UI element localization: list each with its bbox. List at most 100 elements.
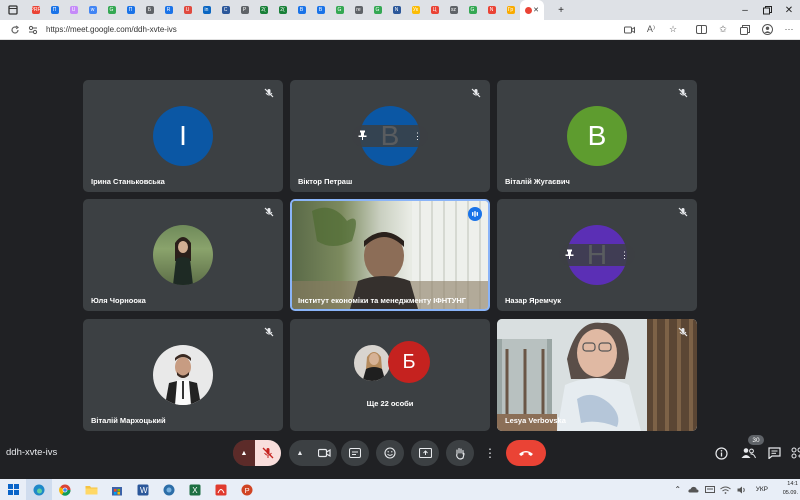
meeting-details-icon[interactable] [712,444,730,462]
tab-favicon-icon: in [202,6,211,14]
taskbar-acrobat[interactable] [208,479,234,500]
browser-tab[interactable]: U [64,0,83,20]
browser-tab[interactable]: P [235,0,254,20]
tab-active-meet[interactable]: ✕ [520,0,544,20]
more-options-button[interactable]: ⋮ [481,440,499,466]
participant-tile[interactable]: H ⋮ Назар Яремчук [497,199,697,311]
taskbar-store[interactable] [104,479,130,500]
taskbar-app[interactable] [156,479,182,500]
mic-toggle-button[interactable] [255,440,281,466]
participant-tile[interactable]: Lesya Verbovska [497,319,697,431]
present-icon [418,448,432,458]
network-icon[interactable] [718,479,734,500]
tab-favicon-icon: PRF [31,6,40,14]
clock[interactable]: 14:1 05.09. [774,479,800,500]
onedrive-icon[interactable] [686,479,702,500]
tab-favicon-icon: P [240,6,249,14]
notification-tray-icon[interactable] [702,479,718,500]
meeting-code: ddh-xvte-ivs [6,447,58,458]
browser-tab[interactable]: R [159,0,178,20]
taskbar-powerpoint[interactable]: P [234,479,260,500]
captions-button[interactable] [341,440,369,466]
read-aloud-icon[interactable]: A⁾ [640,20,662,40]
browser-tab[interactable]: N [482,0,501,20]
browser-tab[interactable]: G [102,0,121,20]
browser-tab[interactable]: G [368,0,387,20]
browser-tab[interactable]: 2( [254,0,273,20]
participant-tile[interactable]: Юля Чорноока [83,199,283,311]
participant-tile[interactable]: B Віталій Жугаєвич [497,80,697,192]
bookmark-star-icon[interactable]: ☆ [662,20,684,40]
browser-tab[interactable]: Ук [406,0,425,20]
camera-in-use-icon[interactable] [618,20,640,40]
browser-tab[interactable]: w [83,0,102,20]
more-options-icon[interactable]: ⋮ [413,131,422,142]
participant-tile[interactable]: Віталій Мархоцький [83,319,283,431]
close-tab-icon[interactable]: ✕ [533,6,539,14]
browser-tab[interactable]: 2( [273,0,292,20]
mic-muted-icon [677,206,689,218]
browser-tab[interactable]: sz [444,0,463,20]
activities-icon[interactable] [788,444,800,462]
site-info-button[interactable] [26,20,40,40]
audio-options-button[interactable]: ▲ [233,440,255,466]
participant-tile[interactable]: B ⋮ Віктор Петраш [290,80,490,192]
avatar-initial: I [179,120,187,151]
browser-tab[interactable]: U [178,0,197,20]
reload-button[interactable] [8,20,22,40]
tab-favicon-icon: N [487,6,496,14]
browser-tab[interactable]: N [387,0,406,20]
reactions-button[interactable] [376,440,404,466]
browser-tab[interactable]: re [349,0,368,20]
chat-icon[interactable] [765,444,783,462]
browser-tab[interactable]: PRF [26,0,45,20]
minimize-button[interactable]: – [734,0,756,20]
taskbar-chrome[interactable] [52,479,78,500]
present-screen-button[interactable] [411,440,439,466]
participant-tile-active-speaker[interactable]: Інститут економіки та менеджменту ІФНТУН… [290,199,490,311]
start-button[interactable] [0,479,26,500]
taskbar-edge[interactable] [26,479,52,500]
tile-hover-controls: ⋮ [352,125,428,147]
more-options-icon[interactable]: ⋮ [620,250,629,261]
browser-tab[interactable]: B [292,0,311,20]
tab-list-button[interactable] [0,0,26,20]
browser-tab[interactable]: Ц [425,0,444,20]
browser-tab[interactable]: Гр [501,0,520,20]
split-screen-icon[interactable] [690,20,712,40]
browser-tab[interactable]: G [463,0,482,20]
clock-time: 14:1 [787,481,798,487]
people-icon[interactable] [739,444,757,462]
volume-icon[interactable] [734,479,750,500]
participant-tile[interactable]: I Ірина Станьковська [83,80,283,192]
new-tab-button[interactable]: + [550,0,572,20]
more-participants-tile[interactable]: Б Ще 22 особи [290,319,490,431]
pin-icon[interactable] [358,130,367,142]
taskbar-word[interactable]: W [130,479,156,500]
camera-toggle-button[interactable] [311,440,337,466]
leave-call-button[interactable] [506,440,546,466]
raise-hand-button[interactable] [446,440,474,466]
maximize-button[interactable] [756,0,778,20]
browser-tab[interactable]: G [330,0,349,20]
browser-tab[interactable]: Б [140,0,159,20]
show-hidden-icons[interactable]: ⌃ [670,479,686,500]
folder-icon [85,486,97,495]
favorites-icon[interactable]: ✩ [712,20,734,40]
pin-icon[interactable] [565,249,574,261]
browser-tab[interactable]: П [45,0,64,20]
taskbar-excel[interactable]: X [182,479,208,500]
browser-tab[interactable]: B [311,0,330,20]
taskbar-file-explorer[interactable] [78,479,104,500]
more-menu-icon[interactable]: ⋯ [778,20,800,40]
collections-icon[interactable] [734,20,756,40]
close-window-button[interactable]: ✕ [778,0,800,20]
profile-icon[interactable] [756,20,778,40]
avatar: I [153,106,213,166]
language-indicator[interactable]: УКР [756,486,768,493]
url-field[interactable]: https://meet.google.com/ddh-xvte-ivs [46,25,618,34]
video-options-button[interactable]: ▲ [289,440,311,466]
browser-tab[interactable]: C [216,0,235,20]
browser-tab[interactable]: П [121,0,140,20]
browser-tab[interactable]: in [197,0,216,20]
